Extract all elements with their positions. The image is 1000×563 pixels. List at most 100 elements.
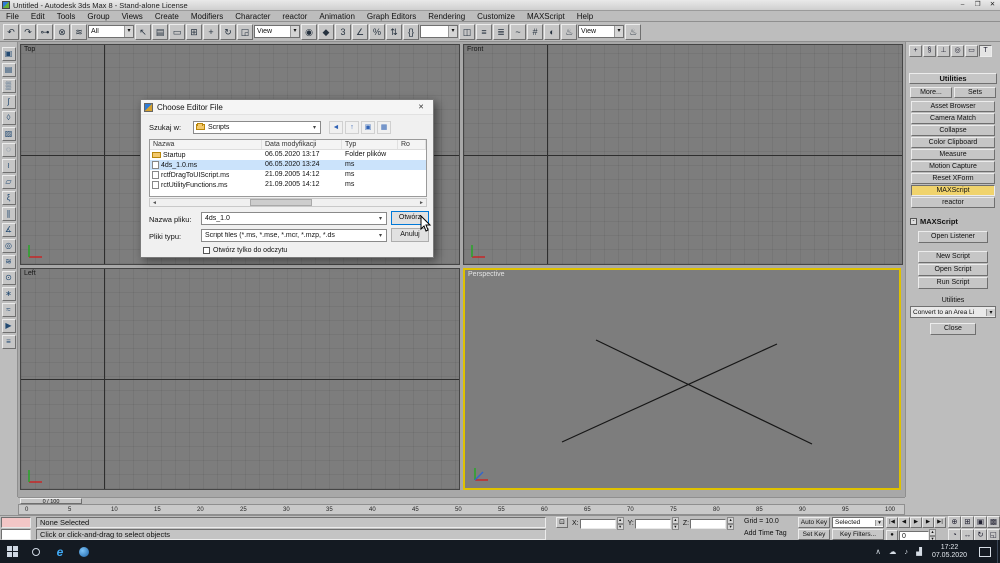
named-selection-sets-icon[interactable]: {} [403, 24, 419, 40]
viewport-label[interactable]: Left [24, 270, 36, 277]
selection-lock-icon[interactable]: ⊡ [556, 517, 568, 528]
reactor-create-wind-icon[interactable]: ≋ [2, 255, 16, 269]
coordinate-input[interactable] [690, 519, 726, 529]
reactor-create-plane-icon[interactable]: ▱ [2, 175, 16, 189]
percent-snap-icon[interactable]: % [369, 24, 385, 40]
angle-snap-icon[interactable]: ∠ [352, 24, 368, 40]
scroll-right-icon[interactable]: ► [417, 200, 426, 206]
file-name-input[interactable]: 4ds_1.0 ▾ [201, 212, 387, 225]
mirror-icon[interactable]: ◫ [459, 24, 475, 40]
add-time-tag[interactable]: Add Time Tag [744, 530, 787, 537]
utility-button-reactor[interactable]: reactor [911, 197, 995, 208]
back-icon[interactable]: ◄ [329, 121, 343, 134]
min-max-toggle-icon[interactable]: ◱ [987, 529, 1000, 541]
viewport-perspective[interactable]: Perspective [463, 268, 901, 490]
modify-tab-icon[interactable]: § [923, 45, 936, 57]
open-script-button[interactable]: Open Script [918, 264, 988, 276]
column-size[interactable]: Ro [398, 140, 426, 149]
menu-item-maxscript[interactable]: MAXScript [521, 11, 571, 22]
close-button[interactable]: ✕ [985, 0, 1000, 10]
menu-item-tools[interactable]: Tools [51, 11, 82, 22]
material-editor-icon[interactable]: ◐ [544, 24, 560, 40]
menu-item-reactor[interactable]: reactor [276, 11, 313, 22]
select-and-rotate-icon[interactable]: ↻ [220, 24, 236, 40]
file-row[interactable]: 4ds_1.0.ms06.05.2020 13:24ms [150, 160, 426, 170]
reactor-create-fracture-icon[interactable]: ∗ [2, 287, 16, 301]
motion-tab-icon[interactable]: ◎ [951, 45, 964, 57]
reactor-create-spring-icon[interactable]: ξ [2, 191, 16, 205]
unlink-selection-icon[interactable]: ⊗ [54, 24, 70, 40]
reactor-rigid-body-collection-icon[interactable]: ▣ [2, 47, 16, 61]
menu-item-customize[interactable]: Customize [471, 11, 521, 22]
spinner-down-icon[interactable]: ▾ [672, 524, 679, 531]
menu-item-group[interactable]: Group [81, 11, 115, 22]
go-to-start-button[interactable]: |◀ [886, 517, 898, 528]
next-frame-button[interactable]: ▶ [922, 517, 934, 528]
utility-button-color-clipboard[interactable]: Color Clipboard [911, 137, 995, 148]
taskbar-clock[interactable]: 17:22 07.05.2020 [926, 544, 973, 560]
reactor-cloth-collection-icon[interactable]: ▤ [2, 63, 16, 77]
zoom-icon[interactable]: ⊕ [948, 516, 961, 528]
new-folder-icon[interactable]: ▣ [361, 121, 375, 134]
utility-button-camera-match[interactable]: Camera Match [911, 113, 995, 124]
zoom-extents-icon[interactable]: ▣ [974, 516, 987, 528]
select-and-scale-icon[interactable]: ◲ [237, 24, 253, 40]
menu-item-file[interactable]: File [0, 11, 25, 22]
dialog-close-button[interactable]: ✕ [412, 101, 430, 114]
minimize-button[interactable]: – [955, 0, 970, 10]
menu-item-help[interactable]: Help [571, 11, 599, 22]
play-button[interactable]: ▶ [910, 517, 922, 528]
file-row[interactable]: rctfDragToUIScript.ms21.09.2005 14:12ms [150, 170, 426, 180]
search-button[interactable] [24, 540, 48, 563]
select-and-link-icon[interactable]: ⊶ [37, 24, 53, 40]
maxscript-rollout-header[interactable]: - MAXScript [908, 216, 998, 227]
file-type-dropdown[interactable]: Script files (*.ms, *.mse, *.mcr, *.mzp,… [201, 229, 387, 242]
maximize-button[interactable]: ❐ [970, 0, 985, 10]
reactor-property-editor-icon[interactable]: ≡ [2, 335, 16, 349]
menu-item-graph-editors[interactable]: Graph Editors [361, 11, 422, 22]
reactor-soft-body-modifier-icon[interactable]: ◌ [2, 143, 16, 157]
reactor-angular-dashpot-icon[interactable]: ∡ [2, 223, 16, 237]
display-tab-icon[interactable]: ▭ [965, 45, 978, 57]
checkbox-icon[interactable] [203, 247, 210, 254]
edge-browser-button[interactable]: e [48, 540, 72, 563]
hidden-icons-chevron[interactable]: ∧ [871, 547, 885, 556]
menu-item-modifiers[interactable]: Modifiers [185, 11, 229, 22]
key-mode-dropdown[interactable]: Selected ▾ [832, 517, 884, 528]
use-pivot-center-icon[interactable]: ◉ [301, 24, 317, 40]
maxscript-utility-dropdown[interactable]: Convert to an Area Li ▾ [910, 306, 996, 318]
quick-render-icon[interactable]: ♨ [625, 24, 641, 40]
menu-item-views[interactable]: Views [116, 11, 149, 22]
scroll-left-icon[interactable]: ◄ [150, 200, 159, 206]
snaps-toggle-icon[interactable]: 3 [335, 24, 351, 40]
scrollbar-thumb[interactable] [250, 199, 312, 206]
viewport-label[interactable]: Perspective [468, 271, 505, 278]
previous-frame-button[interactable]: ◀ [898, 517, 910, 528]
create-tab-icon[interactable]: + [909, 45, 922, 57]
select-by-name-icon[interactable]: ▤ [152, 24, 168, 40]
run-script-button[interactable]: Run Script [918, 277, 988, 289]
reactor-linear-dashpot-icon[interactable]: ∥ [2, 207, 16, 221]
hierarchy-tab-icon[interactable]: ⊥ [937, 45, 950, 57]
scene-object-lines[interactable] [465, 270, 901, 490]
spinner-snap-icon[interactable]: ⇅ [386, 24, 402, 40]
network-icon[interactable]: ▟ [912, 547, 926, 556]
viewport-label[interactable]: Front [467, 46, 483, 53]
reactor-create-motor-icon[interactable]: ◎ [2, 239, 16, 253]
track-bar[interactable]: 0510152025303540455055606570758085909510… [18, 504, 905, 515]
utility-button-measure[interactable]: Measure [911, 149, 995, 160]
menu-item-rendering[interactable]: Rendering [422, 11, 471, 22]
column-date-modified[interactable]: Data modyfikacji [262, 140, 342, 149]
set-key-button[interactable]: Set Key [798, 529, 830, 540]
coordinate-spinner[interactable]: ▴▾ [672, 517, 679, 530]
utility-button-maxscript[interactable]: MAXScript [911, 185, 995, 196]
go-to-end-button[interactable]: ▶| [934, 517, 946, 528]
selection-filter-combo[interactable]: All▾ [88, 25, 134, 38]
viewport-left[interactable]: Left [20, 268, 460, 490]
align-icon[interactable]: ≡ [476, 24, 492, 40]
browser-button[interactable] [72, 540, 96, 563]
menu-item-animation[interactable]: Animation [313, 11, 361, 22]
utility-sets-button[interactable]: Sets [954, 87, 996, 98]
select-and-manipulate-icon[interactable]: ◆ [318, 24, 334, 40]
zoom-extents-all-icon[interactable]: ▩ [987, 516, 1000, 528]
